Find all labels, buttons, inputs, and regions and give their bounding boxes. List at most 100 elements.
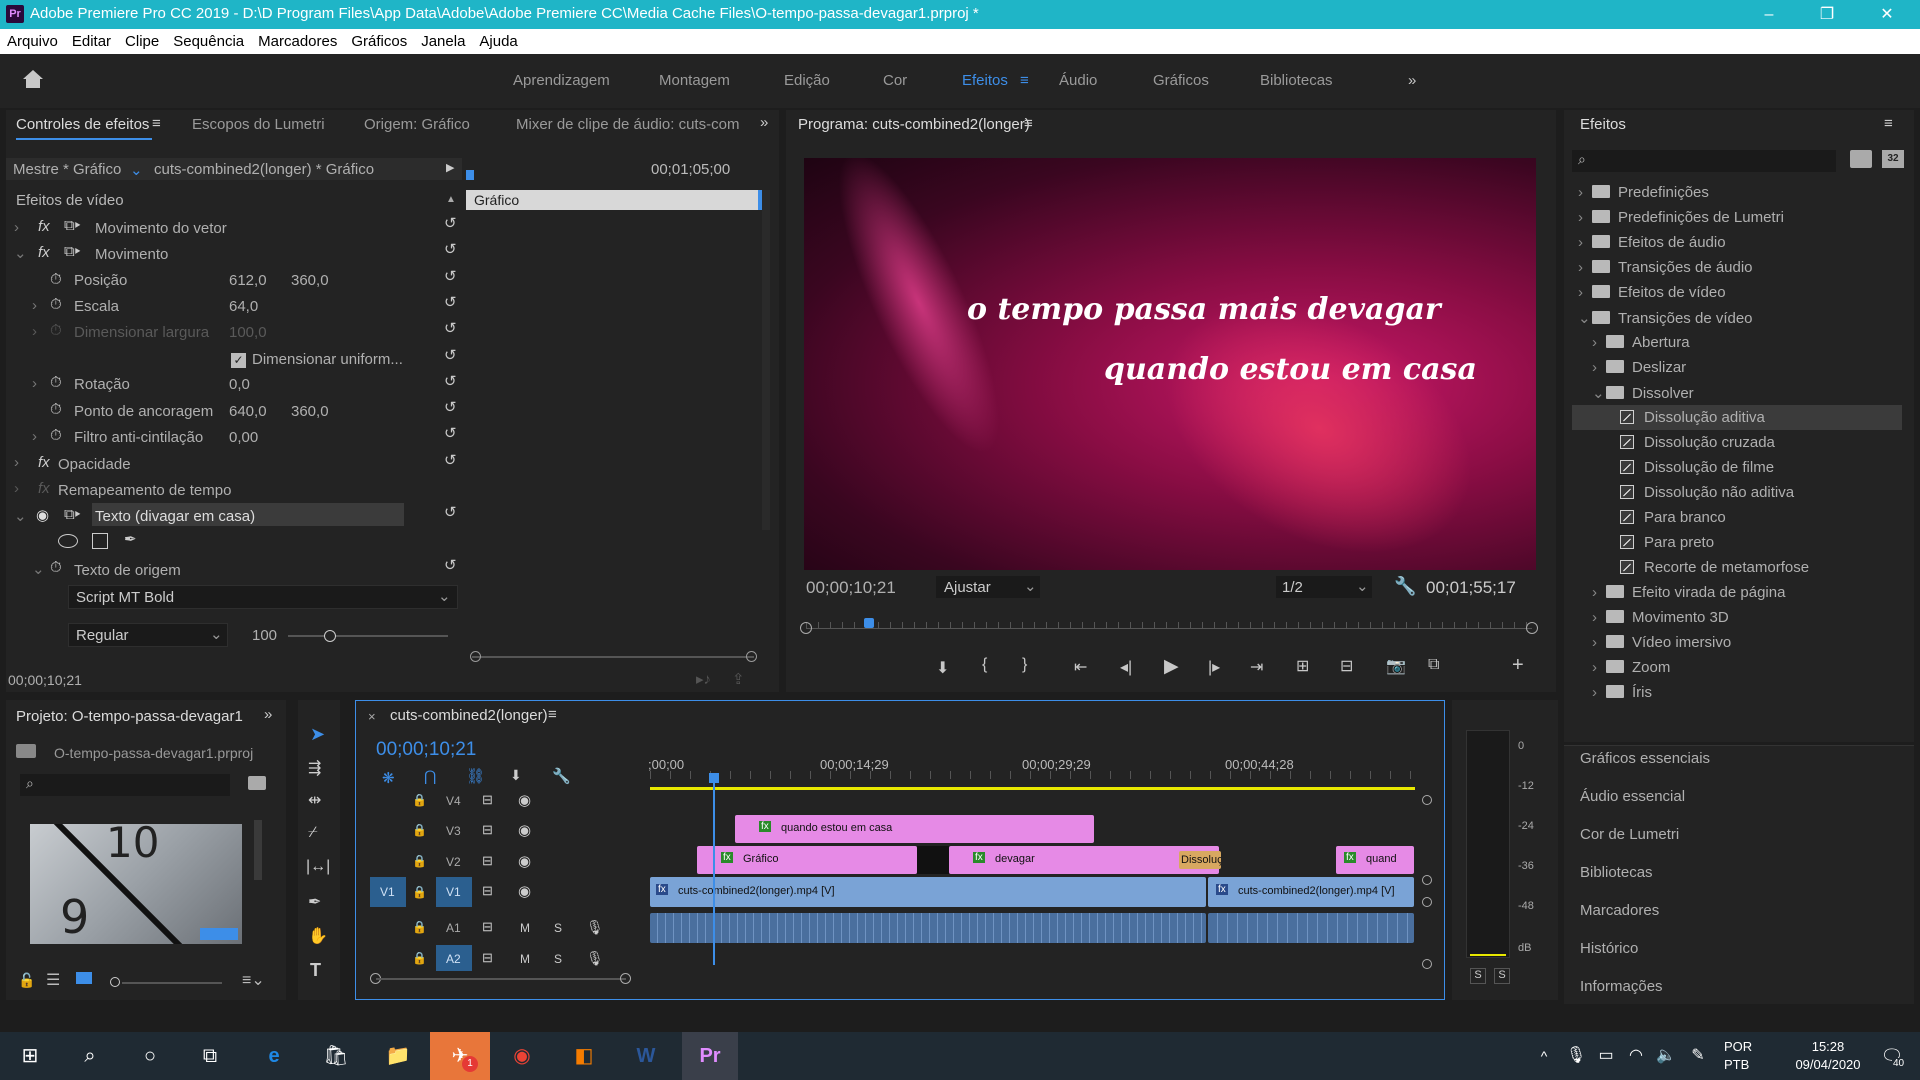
stopwatch-icon[interactable]: ⏱ <box>50 271 62 297</box>
reset-icon[interactable]: ↺ <box>444 240 457 258</box>
expand-arrow[interactable]: › <box>32 428 37 454</box>
add-marker-icon[interactable]: ⬇ <box>510 767 522 784</box>
effect-playhead[interactable] <box>466 170 474 180</box>
font-size-slider-track[interactable] <box>288 635 448 637</box>
keyboard-layout[interactable]: PTB <box>1724 1057 1749 1072</box>
expand-arrow[interactable]: › <box>32 297 37 323</box>
step-forward-icon[interactable]: |▸ <box>1208 657 1220 677</box>
windows-start-icon[interactable]: ⊞ <box>10 1040 50 1072</box>
effects-tree-item[interactable]: › Abertura <box>1572 330 1902 355</box>
lock-icon[interactable]: 🔒 <box>412 885 427 899</box>
expand-arrow[interactable]: › <box>1592 584 1606 601</box>
font-size-slider-handle[interactable] <box>324 630 336 642</box>
comparison-view-icon[interactable]: ⧉ <box>1428 656 1439 674</box>
chrome-icon[interactable]: ◉ <box>502 1040 542 1072</box>
effects-tree-item[interactable]: › Efeito virada de página <box>1572 580 1902 605</box>
expand-arrow[interactable]: › <box>1592 659 1606 676</box>
zoom-handle-left[interactable] <box>800 622 812 634</box>
position-x-value[interactable]: 612,0 <box>229 272 267 298</box>
expand-arrow[interactable]: › <box>1592 334 1606 351</box>
extract-icon[interactable]: ⊟ <box>1340 656 1353 676</box>
go-to-in-icon[interactable]: ⇤ <box>1074 657 1087 677</box>
solo-button[interactable]: S <box>554 952 562 966</box>
effects-tree-item[interactable]: › Zoom <box>1572 655 1902 680</box>
scroll-handle[interactable] <box>1422 959 1432 969</box>
stopwatch-icon[interactable]: ⏱ <box>50 559 62 585</box>
reset-icon[interactable]: ↺ <box>444 214 457 232</box>
effects-tree-item[interactable]: › Efeitos de vídeo <box>1572 280 1902 305</box>
ellipse-mask-icon[interactable] <box>58 534 78 548</box>
reset-icon[interactable]: ↺ <box>444 424 457 442</box>
font-size-value[interactable]: 100 <box>252 627 277 653</box>
lumetri-color-panel[interactable]: Cor de Lumetri <box>1580 826 1679 843</box>
collapse-arrow[interactable]: ⌄ <box>1578 309 1592 327</box>
scroll-up-arrow[interactable]: ▲ <box>446 194 456 205</box>
tab-audio-clip-mixer[interactable]: Mixer de clipe de áudio: cuts-com <box>516 116 739 133</box>
zoom-slider[interactable] <box>122 982 222 984</box>
sync-lock-icon[interactable]: ⊟ <box>482 950 493 966</box>
more-panels-button[interactable]: » <box>264 706 272 723</box>
reset-icon[interactable]: ↺ <box>444 556 457 574</box>
type-tool-icon[interactable]: T <box>310 960 321 981</box>
minimize-button[interactable]: – <box>1746 0 1792 29</box>
essential-sound-panel[interactable]: Áudio essencial <box>1580 788 1685 805</box>
program-scrubber[interactable] <box>806 618 1532 638</box>
expand-arrow[interactable]: › <box>1592 359 1606 376</box>
clip-selector[interactable]: cuts-combined2(longer) * Gráfico <box>154 161 374 187</box>
tab-lumetri-scopes[interactable]: Escopos do Lumetri <box>192 116 325 133</box>
menu-graficos[interactable]: Gráficos <box>344 29 414 50</box>
close-button[interactable]: ✕ <box>1864 0 1910 29</box>
effects-tree-item[interactable]: Recorte de metamorfose <box>1572 555 1902 580</box>
fx-icon[interactable]: fx <box>38 454 50 480</box>
expand-timeline-arrow[interactable]: ▶ <box>446 161 454 187</box>
track-label-v4[interactable]: V4 <box>446 794 461 808</box>
vertical-scrollbar[interactable] <box>762 190 770 530</box>
effects-tree-item[interactable]: › Transições de áudio <box>1572 255 1902 280</box>
track-label-v3[interactable]: V3 <box>446 824 461 838</box>
nest-icon[interactable]: ❋ <box>382 769 395 787</box>
panel-menu-icon[interactable]: ≡ <box>1024 115 1033 132</box>
wrench-icon[interactable]: 🔧 <box>1394 576 1416 602</box>
effects-tree-item[interactable]: › Íris <box>1572 680 1902 705</box>
stopwatch-icon[interactable]: ⏱ <box>50 296 62 322</box>
lock-icon[interactable]: 🔒 <box>412 854 427 868</box>
menu-janela[interactable]: Janela <box>414 29 472 50</box>
effects-panel-title[interactable]: Efeitos <box>1580 116 1626 133</box>
step-back-icon[interactable]: ◂| <box>1120 657 1132 677</box>
lift-icon[interactable]: ⊞ <box>1296 656 1309 676</box>
effects-tree-item[interactable]: › Predefinições de Lumetri <box>1572 205 1902 230</box>
uniform-scale-checkbox[interactable]: ✓ <box>231 353 246 368</box>
workspace-montagem[interactable]: Montagem <box>659 72 730 89</box>
scale-value[interactable]: 64,0 <box>229 298 258 324</box>
menu-arquivo[interactable]: Arquivo <box>0 29 65 50</box>
scroll-handle-right[interactable] <box>746 651 757 662</box>
clock-date[interactable]: 09/04/2020 <box>1790 1057 1866 1072</box>
program-timecode[interactable]: 00;00;10;21 <box>806 578 896 604</box>
timeline-zoom-bar[interactable] <box>376 978 626 980</box>
mute-button[interactable]: M <box>520 921 530 935</box>
search-icon[interactable]: ⌕ <box>70 1040 110 1072</box>
microphone-icon[interactable]: 🎙 <box>586 950 604 967</box>
effects-tree-item[interactable]: Para branco <box>1572 505 1902 530</box>
effects-tree-item[interactable]: › Predefinições <box>1572 180 1902 205</box>
grapher-icon[interactable]: ◧ <box>564 1040 604 1072</box>
track-select-tool-icon[interactable]: ⇶ <box>308 758 321 778</box>
scroll-handle[interactable] <box>1422 795 1432 805</box>
scroll-handle-left[interactable] <box>470 651 481 662</box>
solo-left-button[interactable]: S <box>1470 968 1486 984</box>
expand-arrow[interactable]: › <box>1578 209 1592 226</box>
position-y-value[interactable]: 360,0 <box>291 272 329 298</box>
pen-icon[interactable]: ✎ <box>1678 1040 1718 1072</box>
visibility-eye-icon[interactable]: ◉ <box>518 882 531 900</box>
clock-time[interactable]: 15:28 <box>1790 1039 1866 1054</box>
solo-button[interactable]: S <box>554 921 562 935</box>
scroll-handle[interactable] <box>1422 875 1432 885</box>
wrench-icon[interactable]: 🔧 <box>552 767 571 785</box>
expand-arrow[interactable]: › <box>1578 259 1592 276</box>
workspace-cor[interactable]: Cor <box>883 72 907 89</box>
icon-view-icon[interactable] <box>76 972 92 984</box>
history-panel[interactable]: Histórico <box>1580 940 1638 957</box>
selection-tool-icon[interactable]: ➤ <box>310 724 325 745</box>
workspace-audio[interactable]: Áudio <box>1059 72 1097 89</box>
export-icon[interactable]: ⇪ <box>732 670 745 696</box>
